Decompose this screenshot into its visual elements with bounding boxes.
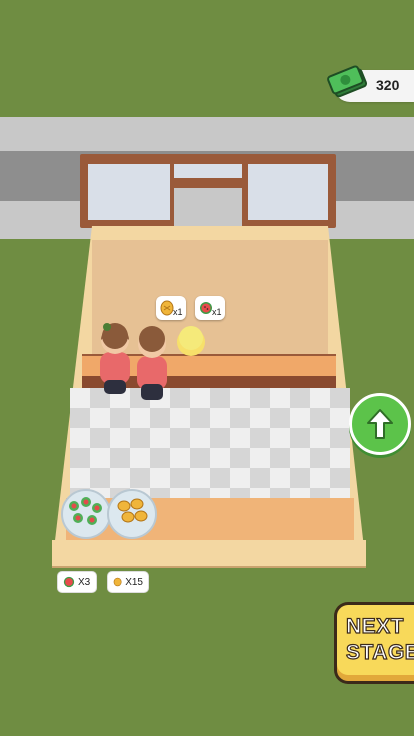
window-top bbox=[174, 164, 242, 178]
next-stage-label: NEXT STAGE bbox=[345, 614, 414, 666]
watermelon-icon bbox=[63, 576, 75, 588]
next-stage-label-line1: NEXT bbox=[345, 614, 405, 638]
inventory-quantity: X15 bbox=[125, 576, 143, 588]
storefront-window bbox=[80, 154, 336, 228]
order-bubble: x1 bbox=[195, 296, 225, 320]
inventory-tag: X3 bbox=[57, 571, 97, 593]
next-stage-label-line2: STAGE bbox=[345, 640, 414, 664]
window-right bbox=[248, 164, 328, 220]
arrow-up-icon bbox=[367, 409, 393, 439]
doorway bbox=[174, 188, 242, 228]
upgrade-button[interactable] bbox=[349, 393, 411, 455]
customer-1[interactable] bbox=[94, 318, 136, 400]
bread-icon bbox=[160, 300, 174, 316]
customer-2[interactable] bbox=[132, 322, 172, 404]
cash-stack-icon bbox=[327, 65, 368, 98]
money-value: 320 bbox=[376, 77, 400, 93]
bread-icon bbox=[113, 577, 122, 587]
order-quantity: x1 bbox=[173, 307, 183, 317]
inventory-quantity: X3 bbox=[78, 576, 91, 588]
watermelon-icon bbox=[200, 302, 212, 314]
bread-bin[interactable] bbox=[106, 484, 158, 540]
front-wall bbox=[52, 540, 366, 568]
order-quantity: x1 bbox=[212, 307, 222, 317]
watermelon-bin[interactable] bbox=[60, 484, 112, 540]
inventory-tag: X15 bbox=[107, 571, 149, 593]
road-sidewalk-top bbox=[0, 117, 414, 151]
order-bubble: x1 bbox=[156, 296, 186, 320]
window-left bbox=[88, 164, 170, 220]
cashier bbox=[177, 326, 205, 356]
